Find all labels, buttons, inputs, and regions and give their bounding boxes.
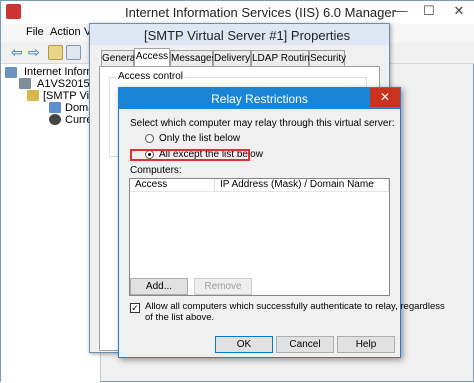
menu-file[interactable]: File [26, 26, 44, 38]
properties-titlebar[interactable]: [SMTP Virtual Server #1] Properties [90, 24, 389, 45]
relay-titlebar[interactable]: Relay Restrictions ✕ [119, 88, 400, 109]
add-button[interactable]: Add... [130, 278, 188, 295]
properties-icon[interactable] [66, 45, 81, 60]
column-header-access[interactable]: Access [130, 179, 215, 192]
close-button[interactable]: ✕ [445, 2, 473, 22]
back-arrow-icon[interactable]: ⇦ [11, 45, 26, 60]
allow-authenticated-label-line1: Allow all computers which successfully a… [145, 301, 445, 312]
close-icon[interactable]: ✕ [370, 88, 400, 107]
domains-icon [49, 102, 61, 113]
column-header-ip-address[interactable]: IP Address (Mask) / Domain Name [215, 179, 389, 192]
radio-only-list[interactable] [145, 134, 154, 143]
properties-title: [SMTP Virtual Server #1] Properties [144, 28, 351, 43]
computers-label: Computers: [130, 165, 182, 176]
iis-titlebar[interactable]: Internet Information Services (IIS) 6.0 … [1, 1, 474, 24]
folder-icon[interactable] [48, 45, 63, 60]
smtp-server-icon [27, 90, 39, 101]
maximize-button[interactable]: ☐ [415, 2, 443, 22]
iis-window-title: Internet Information Services (IIS) 6.0 … [125, 5, 396, 20]
tab-access[interactable]: Access [134, 48, 170, 68]
server-icon [19, 78, 31, 89]
selection-highlight-box [130, 149, 250, 161]
forward-arrow-icon[interactable]: ⇨ [28, 45, 43, 60]
iis-app-icon [6, 4, 21, 19]
minimize-button[interactable]: — [387, 2, 415, 22]
relay-title: Relay Restrictions [211, 92, 308, 106]
relay-restrictions-dialog: Relay Restrictions ✕ Select which comput… [118, 87, 445, 358]
radio-only-list-label: Only the list below [159, 133, 241, 144]
tree-label-smtp: [SMTP Virt [43, 90, 96, 102]
relay-prompt: Select which computer may relay through … [130, 118, 395, 129]
help-button[interactable]: Help [337, 336, 395, 353]
allow-authenticated-label-line2: of the list above. [145, 312, 215, 323]
remove-button[interactable]: Remove [194, 278, 252, 295]
tree-panel: Internet Informati A1VS2015-01 [SMTP Vir… [1, 64, 107, 383]
iis-icon [5, 67, 17, 78]
cancel-button[interactable]: Cancel [276, 336, 334, 353]
sessions-icon [49, 114, 61, 125]
access-control-label: Access control [116, 71, 186, 82]
ok-button[interactable]: OK [215, 336, 273, 353]
allow-authenticated-checkbox[interactable]: ✓ [130, 303, 140, 313]
menu-action[interactable]: Action [50, 26, 81, 38]
